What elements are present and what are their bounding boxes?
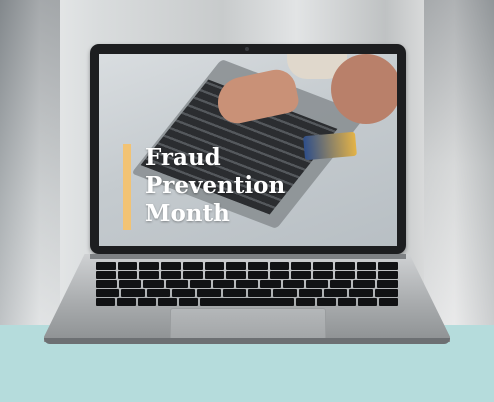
keyboard-key	[166, 280, 188, 288]
keyboard-key	[116, 298, 136, 306]
keyboard-key	[378, 271, 399, 279]
photo-scene: Fraud Prevention Month	[0, 0, 494, 402]
laptop-hinge	[90, 254, 406, 259]
keyboard-key	[259, 280, 282, 288]
keyboard-key	[379, 298, 398, 306]
keyboard-key	[334, 262, 355, 270]
keyboard-key	[139, 262, 160, 270]
keyboard-key	[182, 271, 203, 279]
keyboard-row	[96, 298, 398, 306]
keyboard-key	[329, 280, 352, 288]
keyboard-key	[158, 298, 178, 306]
screen-title: Fraud Prevention Month	[145, 144, 285, 228]
keyboard-key	[222, 289, 246, 297]
keyboard-key	[142, 280, 165, 288]
keyboard-row	[96, 289, 398, 297]
keyboard-key	[334, 271, 355, 279]
title-accent-bar	[123, 144, 131, 230]
keyboard-key	[376, 280, 399, 288]
keyboard-key	[161, 271, 181, 279]
keyboard-key	[273, 289, 297, 297]
keyboard-row	[95, 271, 399, 279]
keyboard-key	[236, 280, 258, 288]
keyboard-key	[161, 262, 181, 270]
keyboard-key	[356, 271, 377, 279]
keyboard-row	[95, 280, 399, 288]
keyboard-key	[95, 280, 118, 288]
screen-title-line-1: Fraud	[145, 144, 221, 171]
webcam-icon	[245, 47, 249, 51]
keyboard-key	[337, 298, 357, 306]
screen-photo-hand-holding-card	[331, 54, 397, 124]
keyboard-key	[298, 289, 322, 297]
keyboard-key	[374, 289, 398, 297]
keyboard-key	[313, 262, 333, 270]
keyboard-key	[313, 271, 333, 279]
screen-title-line-2: Prevention	[145, 172, 286, 199]
keyboard-key	[349, 289, 373, 297]
laptop-trackpad	[170, 308, 326, 340]
keyboard-key	[96, 298, 115, 306]
keyboard-key	[137, 298, 157, 306]
keyboard-key	[296, 298, 315, 306]
keyboard-key	[356, 262, 377, 270]
keyboard-key	[269, 262, 290, 270]
keyboard-key	[291, 262, 312, 270]
keyboard-key	[323, 289, 348, 297]
background-blur-left	[0, 0, 60, 330]
keyboard-key	[182, 262, 203, 270]
keyboard-key	[291, 271, 312, 279]
keyboard-key	[172, 289, 196, 297]
keyboard-key	[283, 280, 305, 288]
keyboard-key	[248, 271, 268, 279]
keyboard-key	[189, 280, 211, 288]
credit-card-icon	[303, 131, 357, 161]
keyboard-key	[378, 262, 399, 270]
keyboard-key	[204, 262, 225, 270]
keyboard-key	[139, 271, 160, 279]
keyboard-key	[119, 280, 141, 288]
keyboard-key	[179, 298, 198, 306]
keyboard-key	[117, 262, 138, 270]
keyboard-row	[95, 262, 399, 270]
keyboard-key	[353, 280, 375, 288]
keyboard-key	[204, 271, 225, 279]
laptop-screen: Fraud Prevention Month	[99, 54, 397, 246]
keyboard-key	[269, 271, 290, 279]
background-blur-right	[424, 0, 494, 330]
keyboard-key	[96, 289, 120, 297]
keyboard-key	[121, 289, 145, 297]
keyboard-key	[212, 280, 235, 288]
laptop-keyboard	[95, 262, 399, 306]
keyboard-key	[248, 289, 272, 297]
keyboard-key	[226, 262, 246, 270]
keyboard-key	[197, 289, 221, 297]
keyboard-key	[306, 280, 328, 288]
laptop-lid: Fraud Prevention Month	[90, 44, 406, 254]
keyboard-key	[95, 262, 116, 270]
keyboard-key	[358, 298, 378, 306]
keyboard-key	[248, 262, 268, 270]
laptop-front-edge	[44, 338, 450, 344]
keyboard-key	[117, 271, 138, 279]
keyboard-key	[200, 298, 294, 306]
keyboard-key	[146, 289, 171, 297]
keyboard-key	[226, 271, 246, 279]
screen-title-line-3: Month	[145, 200, 230, 227]
keyboard-key	[95, 271, 116, 279]
keyboard-key	[316, 298, 336, 306]
